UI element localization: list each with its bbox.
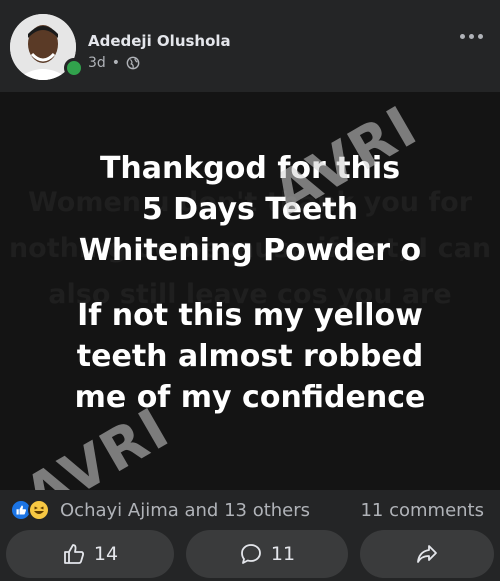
post-text-line: If not this my yellow	[77, 298, 423, 333]
comment-button[interactable]: 11	[186, 530, 348, 578]
comment-count: 11	[270, 543, 296, 565]
post-text-line: teeth almost robbed	[76, 339, 424, 374]
like-count: 14	[93, 543, 119, 565]
post-content-area: Women u don't thank you for nothing oo b…	[0, 92, 500, 490]
comments-count[interactable]: 11 comments	[360, 500, 484, 521]
like-button[interactable]: 14	[6, 530, 174, 578]
share-button[interactable]	[360, 530, 494, 578]
share-icon	[417, 545, 437, 563]
post-header: Adedeji Olushola 3d •	[0, 0, 500, 92]
post-time[interactable]: 3d	[88, 55, 106, 71]
post-text-line: Thankgod for this	[99, 151, 401, 186]
post-text-line: Whitening Powder o	[78, 233, 422, 268]
reactions-bar: Ochayi Ajima and 13 others 11 comments	[0, 490, 500, 530]
post-text: Thankgod for this 5 Days Teeth Whitening…	[0, 148, 500, 418]
online-status-dot	[64, 58, 84, 78]
action-bar: 14 11	[0, 530, 500, 581]
post-meta: 3d •	[88, 55, 140, 71]
more-options-icon[interactable]	[456, 26, 486, 46]
post-author[interactable]: Adedeji Olushola	[88, 32, 231, 50]
meta-separator: •	[111, 55, 121, 71]
post-text-line: me of my confidence	[74, 380, 426, 415]
post-text-line: 5 Days Teeth	[141, 192, 359, 227]
comment-icon	[241, 544, 261, 564]
haha-icon	[28, 499, 50, 521]
reaction-icons[interactable]	[10, 499, 58, 521]
reaction-summary[interactable]: Ochayi Ajima and 13 others	[60, 500, 310, 521]
thumbs-up-icon	[64, 544, 84, 564]
globe-icon	[126, 56, 140, 70]
